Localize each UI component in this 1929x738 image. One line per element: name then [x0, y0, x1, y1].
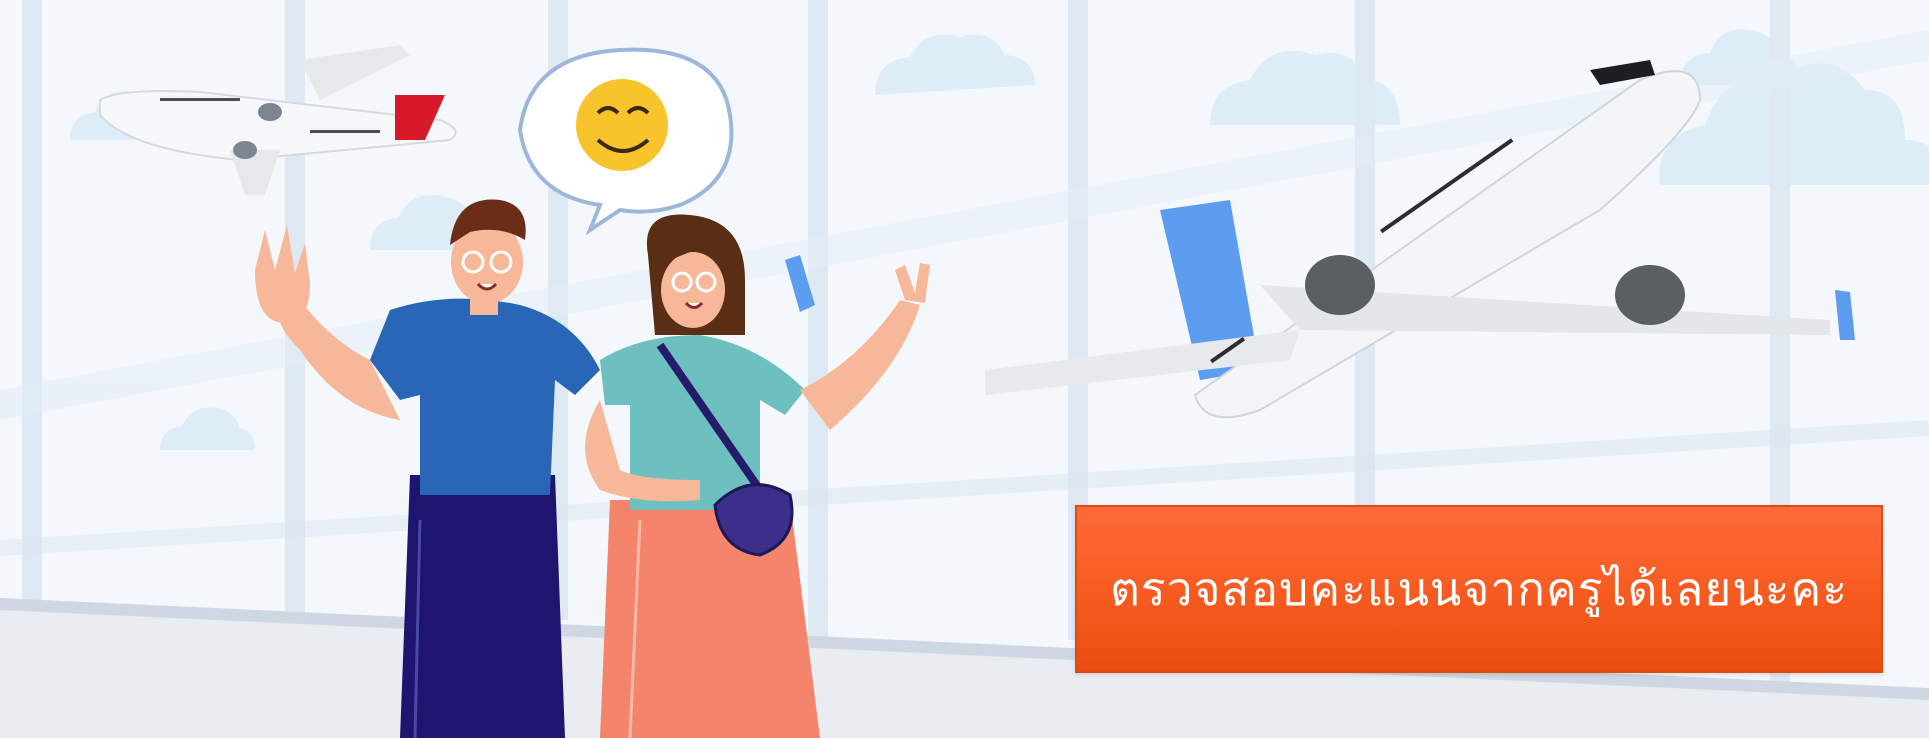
banner-stage: ตรวจสอบคะแนนจากครูได้เลยนะคะ — [0, 0, 1929, 738]
check-scores-button-label: ตรวจสอบคะแนนจากครูได้เลยนะคะ — [1110, 561, 1848, 616]
smiling-face-icon — [576, 79, 668, 171]
check-scores-button[interactable]: ตรวจสอบคะแนนจากครูได้เลยนะคะ — [1075, 505, 1883, 673]
